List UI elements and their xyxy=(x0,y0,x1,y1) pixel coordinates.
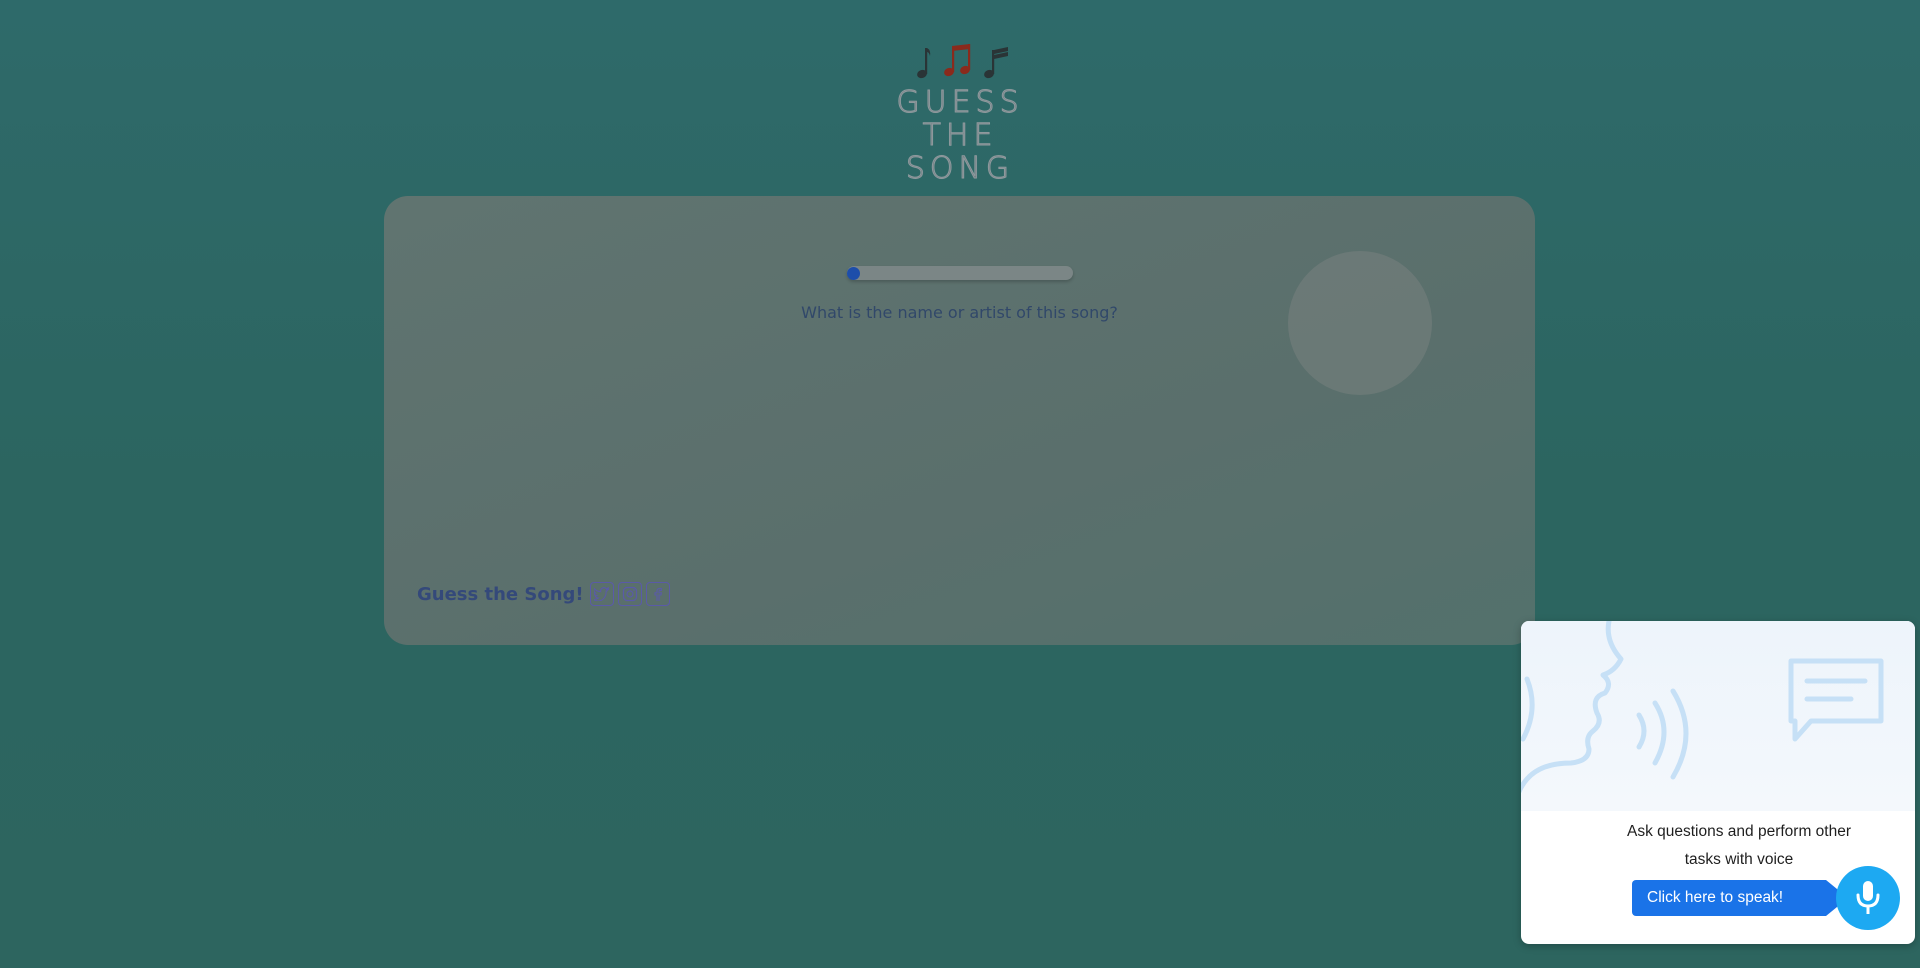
instagram-icon[interactable] xyxy=(617,582,642,606)
card-footer: Guess the Song! xyxy=(417,582,670,606)
voice-assistant-widget: Ask questions and perform other tasks wi… xyxy=(1521,621,1915,944)
click-to-speak-button[interactable]: Click here to speak! xyxy=(1632,880,1826,916)
song-progress-bar[interactable] xyxy=(847,266,1073,280)
music-notes-icon xyxy=(860,42,1060,82)
title-line-2: SONG xyxy=(905,151,1015,186)
logo: GUESS THE SONG xyxy=(860,42,1060,186)
voice-text-line-2: tasks with voice xyxy=(1684,851,1794,868)
game-card: What is the name or artist of this song?… xyxy=(384,196,1535,645)
album-art-placeholder xyxy=(1288,251,1432,395)
footer-brand: Guess the Song! xyxy=(417,583,584,605)
voice-text-line-1: Ask questions and perform other xyxy=(1626,823,1851,840)
twitter-icon[interactable] xyxy=(589,582,614,606)
progress-knob[interactable] xyxy=(847,267,860,280)
title-line-1: GUESS THE xyxy=(896,85,1024,153)
microphone-button[interactable] xyxy=(1836,866,1900,930)
facebook-icon[interactable] xyxy=(645,582,670,606)
page-title: GUESS THE SONG xyxy=(860,85,1060,186)
voice-description: Ask questions and perform other tasks wi… xyxy=(1591,818,1887,874)
microphone-icon xyxy=(1856,881,1880,914)
voice-illustration xyxy=(1521,621,1915,811)
